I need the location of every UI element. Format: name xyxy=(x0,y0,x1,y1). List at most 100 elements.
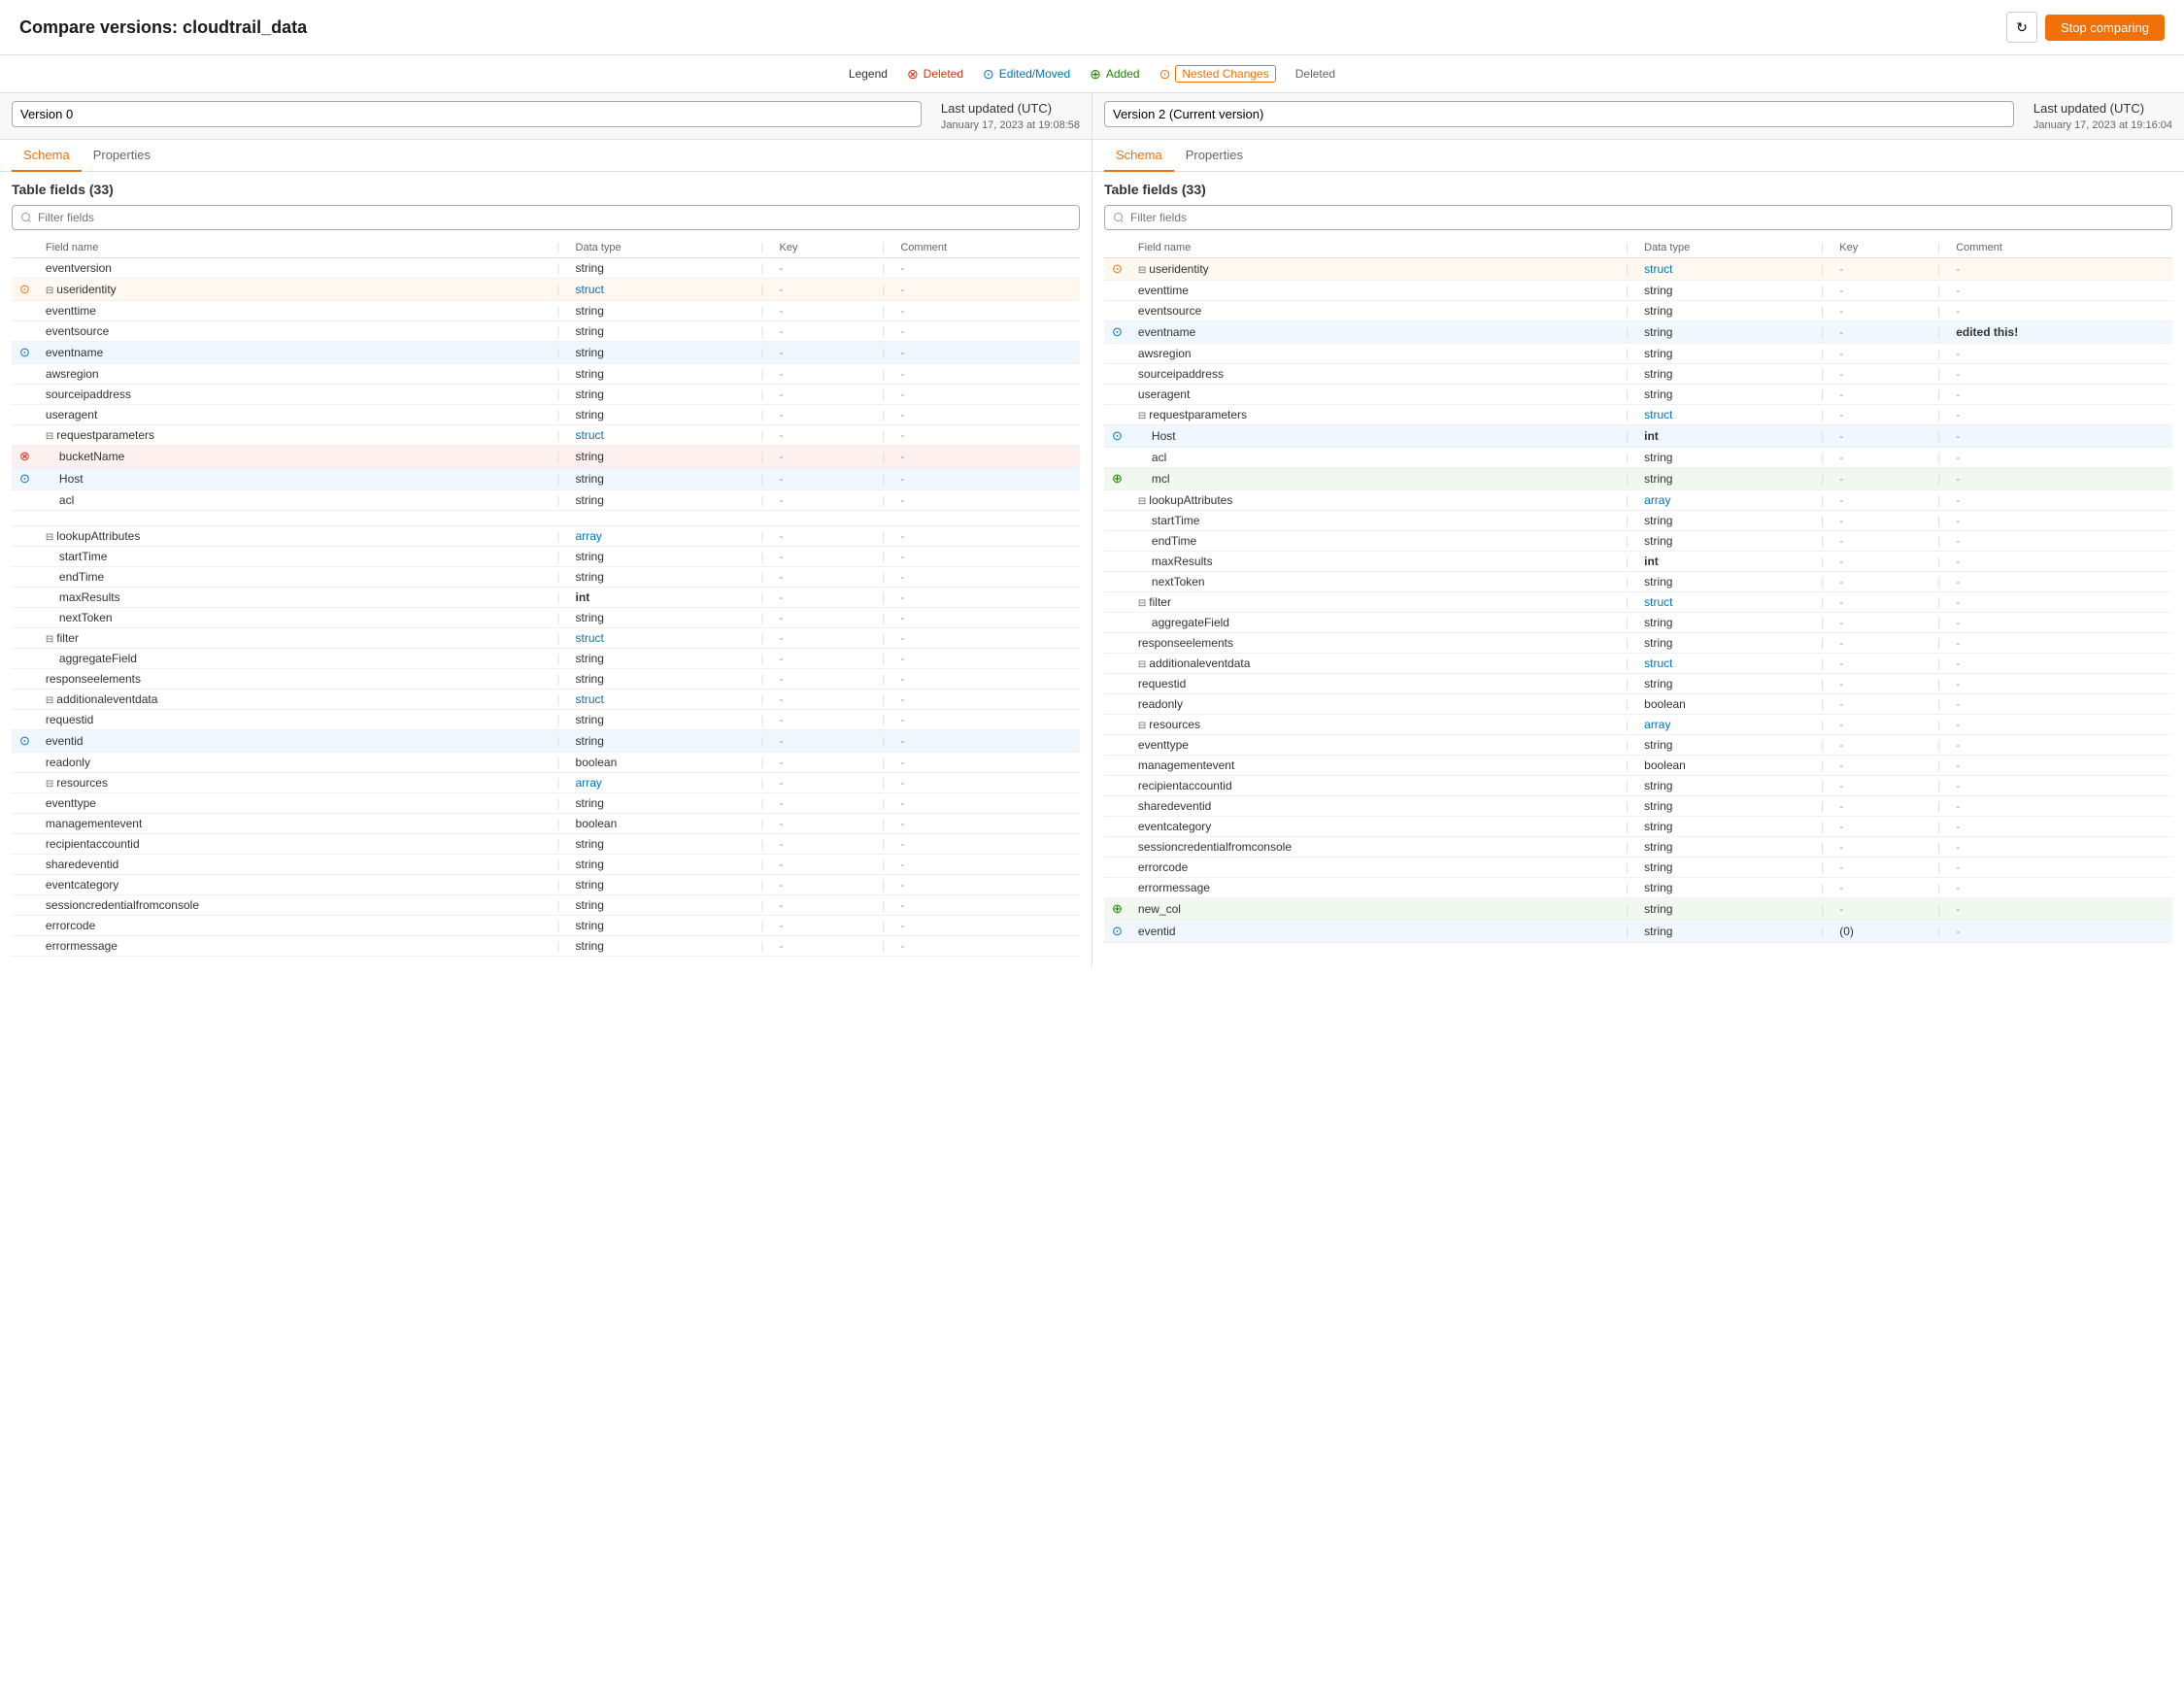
expand-icon[interactable]: ⊟ xyxy=(1138,265,1146,276)
legend-nested: ⊙ Nested Changes xyxy=(1159,65,1276,83)
table-row: responseelements | string | - | - xyxy=(12,669,1080,690)
comment-cell: - xyxy=(1956,595,1960,609)
name-cell: responseelements xyxy=(1130,633,1618,654)
indicator-cell xyxy=(1104,511,1130,531)
indicator-cell xyxy=(12,649,38,669)
type-cell-wrap: string xyxy=(568,895,754,916)
indicator-cell xyxy=(12,321,38,342)
right-version-select[interactable]: Version 2 (Current version) xyxy=(1104,101,2014,127)
indicator-cell xyxy=(12,425,38,446)
indicator-cell xyxy=(1104,552,1130,572)
left-tab-properties[interactable]: Properties xyxy=(82,140,162,172)
comment-cell: - xyxy=(900,796,904,810)
name-cell: endTime xyxy=(1130,531,1618,552)
type-cell: string xyxy=(576,304,604,318)
type-cell: boolean xyxy=(576,756,618,769)
key-cell: - xyxy=(779,692,783,706)
comment-cell: - xyxy=(1956,347,1960,360)
type-cell: string xyxy=(576,550,604,563)
expand-icon[interactable]: ⊟ xyxy=(46,431,53,442)
key-cell: - xyxy=(779,367,783,381)
right-tab-properties[interactable]: Properties xyxy=(1174,140,1255,172)
table-row: ⊗ bucketName | string | - | - xyxy=(12,446,1080,468)
right-panel-header: Version 2 (Current version) Last updated… xyxy=(1092,93,2184,140)
expand-icon[interactable]: ⊟ xyxy=(46,634,53,645)
expand-icon[interactable]: ⊟ xyxy=(46,695,53,706)
table-row: maxResults | int | - | - xyxy=(12,588,1080,608)
name-cell: ⊟resources xyxy=(1130,715,1618,735)
edited-row-icon: ⊙ xyxy=(19,733,30,748)
expand-icon[interactable]: ⊟ xyxy=(46,286,53,296)
stop-comparing-button[interactable]: Stop comparing xyxy=(2045,15,2165,41)
name-cell: errormessage xyxy=(38,936,550,957)
key-cell: - xyxy=(779,428,783,442)
header-actions: ↻ Stop comparing xyxy=(2006,12,2165,43)
expand-icon[interactable]: ⊟ xyxy=(1138,721,1146,731)
key-cell: - xyxy=(779,550,783,563)
refresh-button[interactable]: ↻ xyxy=(2006,12,2037,43)
indicator-cell xyxy=(1104,531,1130,552)
comment-cell: - xyxy=(1956,656,1960,670)
name-cell: bucketName xyxy=(38,446,550,468)
type-cell-wrap: string xyxy=(1636,613,1813,633)
comment-cell: - xyxy=(1956,408,1960,421)
name-cell: requestid xyxy=(1130,674,1618,694)
type-cell: int xyxy=(576,590,590,604)
name-cell: mcl xyxy=(1130,468,1618,490)
expand-icon[interactable]: ⊟ xyxy=(46,532,53,543)
type-cell-wrap: string xyxy=(568,301,754,321)
left-version-select[interactable]: Version 0 xyxy=(12,101,922,127)
type-cell: int xyxy=(1644,555,1659,568)
table-row: ⊙ eventid | string | (0) | - xyxy=(1104,921,2172,943)
name-cell: recipientaccountid xyxy=(1130,776,1618,796)
left-col-type-header: Data type xyxy=(568,238,754,258)
type-cell: array xyxy=(576,529,602,543)
comment-cell: - xyxy=(1956,387,1960,401)
key-cell: - xyxy=(1839,367,1843,381)
key-cell: - xyxy=(779,776,783,790)
key-cell: - xyxy=(1839,902,1843,916)
key-cell: - xyxy=(779,734,783,748)
type-cell-wrap: boolean xyxy=(1636,756,1813,776)
right-filter-input[interactable] xyxy=(1104,205,2172,230)
type-cell-wrap: string xyxy=(1636,817,1813,837)
expand-icon[interactable]: ⊟ xyxy=(1138,496,1146,507)
type-cell-wrap: string xyxy=(1636,878,1813,898)
indicator-cell xyxy=(1104,776,1130,796)
table-row: managementevent | boolean | - | - xyxy=(12,814,1080,834)
expand-icon[interactable]: ⊟ xyxy=(1138,411,1146,421)
type-cell: int xyxy=(1644,429,1659,443)
expand-icon[interactable]: ⊟ xyxy=(1138,659,1146,670)
key-cell: - xyxy=(779,919,783,932)
key-cell: - xyxy=(779,324,783,338)
expand-icon[interactable]: ⊟ xyxy=(46,779,53,790)
type-cell-wrap: string xyxy=(1636,364,1813,385)
left-filter-input[interactable] xyxy=(12,205,1080,230)
comment-cell: - xyxy=(900,450,904,463)
key-cell: - xyxy=(1839,840,1843,854)
comment-cell: - xyxy=(1956,881,1960,894)
legend-added: ⊕ Added xyxy=(1090,66,1139,83)
table-row: ⊟additionaleventdata | struct | - | - xyxy=(1104,654,2172,674)
left-tab-schema[interactable]: Schema xyxy=(12,140,82,172)
table-row: recipientaccountid | string | - | - xyxy=(1104,776,2172,796)
key-cell: - xyxy=(1839,347,1843,360)
key-cell: - xyxy=(1839,718,1843,731)
expand-icon[interactable]: ⊟ xyxy=(1138,598,1146,609)
type-cell-wrap: string xyxy=(1636,633,1813,654)
indicator-cell: ⊙ xyxy=(12,730,38,753)
key-cell: - xyxy=(779,756,783,769)
comment-cell: - xyxy=(1956,925,1960,938)
name-cell: sharedeventid xyxy=(1130,796,1618,817)
name-cell: eventsource xyxy=(1130,301,1618,321)
left-col-key-header: Key xyxy=(771,238,874,258)
key-cell: - xyxy=(1839,304,1843,318)
comment-cell: - xyxy=(900,713,904,726)
type-cell: string xyxy=(1644,472,1672,486)
key-cell: - xyxy=(1839,387,1843,401)
table-row: sourceipaddress | string | - | - xyxy=(12,385,1080,405)
table-row: ⊙ ⊟useridentity | struct | - | - xyxy=(12,279,1080,301)
right-tab-schema[interactable]: Schema xyxy=(1104,140,1174,172)
left-col-name-header: Field name xyxy=(38,238,550,258)
table-row: acl | string | - | - xyxy=(1104,448,2172,468)
